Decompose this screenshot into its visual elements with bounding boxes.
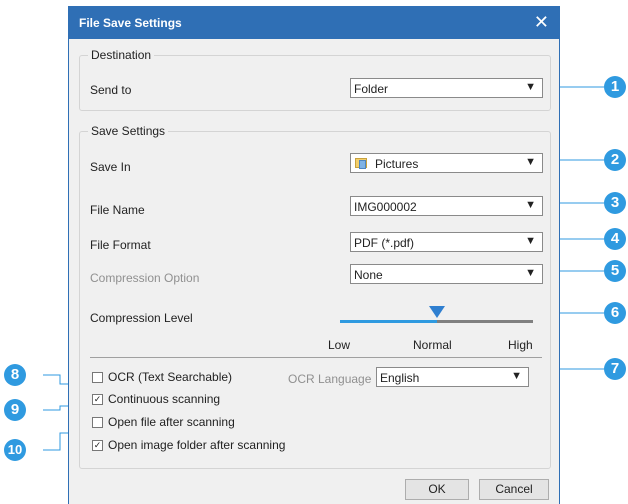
ocr-checkbox-label: OCR (Text Searchable) (108, 370, 233, 384)
file-format-dropdown[interactable]: PDF (*.pdf) ▼ (350, 232, 543, 252)
destination-legend: Destination (88, 48, 155, 62)
compression-option-label: Compression Option (90, 271, 200, 285)
slider-track-inactive (437, 320, 533, 323)
save-settings-group: Save Settings Save In Pictures ▼ File Na… (79, 124, 551, 469)
callout-2: 2 (604, 149, 626, 171)
open-image-folder-label: Open image folder after scanning (108, 438, 286, 452)
callout-1: 1 (604, 76, 626, 98)
destination-group: Destination Send to Folder ▼ (79, 48, 551, 111)
open-file-label: Open file after scanning (108, 415, 235, 429)
file-name-value: IMG000002 (354, 200, 417, 214)
ocr-language-label: OCR Language (288, 372, 372, 386)
file-name-dropdown[interactable]: IMG000002 ▼ (350, 196, 543, 216)
file-name-label: File Name (90, 203, 145, 217)
pictures-folder-icon (359, 160, 366, 169)
file-format-value: PDF (*.pdf) (354, 236, 415, 250)
slider-low-label: Low (328, 338, 351, 352)
callout-3: 3 (604, 192, 626, 214)
callout-7: 7 (604, 358, 626, 380)
open-file-checkbox[interactable] (92, 417, 103, 428)
chevron-down-icon: ▼ (525, 267, 536, 279)
callout-10: 10 (4, 439, 26, 461)
callout-9: 9 (4, 399, 26, 421)
chevron-down-icon: ▼ (525, 199, 536, 211)
slider-track-active (340, 320, 437, 323)
close-icon[interactable]: ✕ (534, 12, 549, 32)
ocr-language-dropdown[interactable]: English ▼ (376, 367, 529, 387)
continuous-scanning-checkbox[interactable]: ✓ (92, 394, 103, 405)
send-to-value: Folder (354, 82, 389, 96)
cancel-button[interactable]: Cancel (479, 479, 549, 500)
ok-button[interactable]: OK (405, 479, 469, 500)
slider-normal-label: Normal (413, 338, 452, 352)
send-to-label: Send to (90, 83, 132, 97)
continuous-scanning-label: Continuous scanning (108, 392, 221, 406)
ocr-language-value: English (380, 371, 420, 385)
title-bar: File Save Settings ✕ (69, 7, 559, 39)
callout-5: 5 (604, 260, 626, 282)
save-settings-legend: Save Settings (88, 124, 169, 138)
chevron-down-icon: ▼ (511, 370, 522, 382)
ocr-checkbox[interactable] (92, 372, 103, 383)
save-in-label: Save In (90, 160, 131, 174)
chevron-down-icon: ▼ (525, 235, 536, 247)
chevron-down-icon: ▼ (525, 81, 536, 93)
save-in-value: Pictures (375, 157, 419, 171)
compression-option-value: None (354, 268, 383, 282)
chevron-down-icon: ▼ (525, 156, 536, 168)
dialog-title: File Save Settings (79, 16, 182, 30)
callout-6: 6 (604, 302, 626, 324)
compression-level-slider[interactable] (340, 306, 533, 332)
send-to-dropdown[interactable]: Folder ▼ (350, 78, 543, 98)
save-in-dropdown[interactable]: Pictures ▼ (350, 153, 543, 173)
compression-option-dropdown[interactable]: None ▼ (350, 264, 543, 284)
callout-8: 8 (4, 364, 26, 386)
slider-high-label: High (508, 338, 533, 352)
open-image-folder-checkbox[interactable]: ✓ (92, 440, 103, 451)
file-save-settings-dialog: File Save Settings ✕ Destination Send to… (68, 6, 560, 504)
slider-thumb[interactable] (429, 306, 445, 318)
file-format-label: File Format (90, 238, 151, 252)
separator (90, 357, 542, 358)
compression-level-label: Compression Level (90, 311, 193, 325)
callout-4: 4 (604, 228, 626, 250)
